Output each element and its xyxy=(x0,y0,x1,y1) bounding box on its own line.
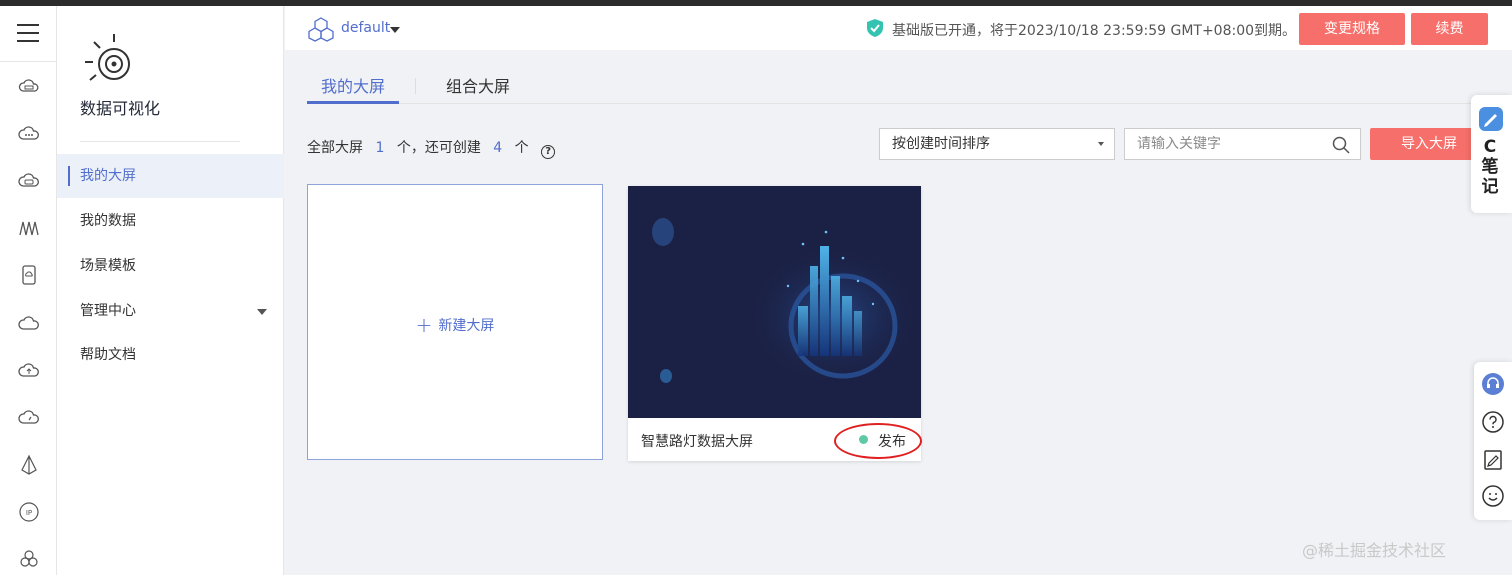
shield-check-icon xyxy=(867,19,883,37)
screen-tabs: 我的大屏 组合大屏 xyxy=(307,66,1512,104)
remaining-count: 4 xyxy=(493,140,503,156)
project-cubes-icon xyxy=(308,17,334,42)
note-icon xyxy=(1479,107,1503,131)
change-spec-button[interactable]: 变更规格 xyxy=(1299,13,1405,45)
sidebar-item-management-center[interactable]: 管理中心 xyxy=(57,289,284,333)
screen-count-summary: 全部大屏 1 个，还可创建 4 个 ? xyxy=(307,137,556,159)
pyramid-icon[interactable] xyxy=(18,454,40,476)
new-screen-card[interactable]: + 新建大屏 xyxy=(307,184,603,460)
screen-title: 智慧路灯数据大屏 xyxy=(641,434,753,450)
note-label-1: 笔 xyxy=(1481,157,1499,177)
sidebar-item-help-docs[interactable]: 帮助文档 xyxy=(57,333,284,377)
sidebar-item-label: 管理中心 xyxy=(80,303,136,319)
caret-down-icon xyxy=(1098,142,1104,146)
cloud-server-icon[interactable] xyxy=(18,76,40,98)
customer-service-icon[interactable] xyxy=(1481,372,1505,396)
menu-icon[interactable] xyxy=(17,24,39,42)
plus-icon: + xyxy=(415,313,433,337)
cloud-icon[interactable] xyxy=(18,312,40,334)
note-label-2: 记 xyxy=(1481,177,1499,197)
help-circle-icon[interactable]: ? xyxy=(541,145,556,159)
note-label-c: C xyxy=(1483,137,1497,157)
highlight-oval xyxy=(834,423,922,459)
subscription-notice: 基础版已开通，将于2023/10/18 23:59:59 GMT+08:00到期… xyxy=(892,23,1297,39)
rail-divider xyxy=(0,61,56,62)
total-count: 1 xyxy=(375,140,385,156)
screen-thumbnail xyxy=(628,186,921,418)
new-screen-text: 新建大屏 xyxy=(438,318,495,334)
summary-middle: 个，还可创建 xyxy=(396,140,481,156)
cloud-storage-icon[interactable] xyxy=(18,170,40,192)
help-icon[interactable] xyxy=(1481,410,1505,434)
product-sidebar: 数据可视化 我的大屏 我的数据 场景模板 管理中心 帮助文档 xyxy=(57,6,284,575)
data-visualization-logo-icon xyxy=(85,34,130,81)
svg-text:IP: IP xyxy=(26,509,32,517)
tab-separator xyxy=(415,78,416,94)
wave-icon[interactable] xyxy=(18,217,40,239)
tools-widget xyxy=(1474,362,1512,520)
cloud-phone-icon[interactable] xyxy=(18,264,40,286)
search-input[interactable] xyxy=(1137,129,1327,159)
ip-icon[interactable]: IP xyxy=(18,501,40,523)
flower-icon[interactable] xyxy=(18,548,40,570)
screen-card[interactable]: 智慧路灯数据大屏 发布 xyxy=(628,186,922,461)
cloud-dots-icon[interactable] xyxy=(18,123,40,145)
watermark: @稀土掘金技术社区 xyxy=(1302,541,1447,560)
top-header: default 基础版已开通，将于2023/10/18 23:59:59 GMT… xyxy=(285,6,1512,50)
summary-suffix: 个 xyxy=(514,140,529,156)
caret-down-icon xyxy=(257,309,267,315)
sidebar-item-my-data[interactable]: 我的数据 xyxy=(57,199,284,243)
product-name: 数据可视化 xyxy=(80,99,161,118)
new-screen-label: + 新建大屏 xyxy=(308,313,602,337)
sort-select-value: 按创建时间排序 xyxy=(892,136,990,152)
icon-rail: IP xyxy=(0,6,57,575)
smiley-icon[interactable] xyxy=(1481,484,1505,508)
summary-prefix: 全部大屏 xyxy=(307,140,363,156)
note-widget[interactable]: C 笔 记 xyxy=(1471,95,1512,213)
sort-select[interactable]: 按创建时间排序 xyxy=(879,128,1115,160)
feedback-edit-icon[interactable] xyxy=(1481,448,1505,472)
sidebar-divider xyxy=(80,141,240,142)
caret-down-icon[interactable] xyxy=(390,27,400,33)
note-widget-label: C 笔 记 xyxy=(1471,137,1509,197)
search-field xyxy=(1124,128,1361,160)
sidebar-item-my-screens[interactable]: 我的大屏 xyxy=(57,154,284,198)
tab-my-screens[interactable]: 我的大屏 xyxy=(307,73,400,104)
tab-combined-screens[interactable]: 组合大屏 xyxy=(432,73,524,104)
project-selector[interactable]: default xyxy=(341,20,390,36)
cloud-speed-icon[interactable] xyxy=(18,406,40,428)
renew-button[interactable]: 续费 xyxy=(1411,13,1488,45)
cloud-upload-icon[interactable] xyxy=(18,359,40,381)
sidebar-item-scene-templates[interactable]: 场景模板 xyxy=(57,244,284,288)
search-icon[interactable] xyxy=(1332,136,1350,154)
